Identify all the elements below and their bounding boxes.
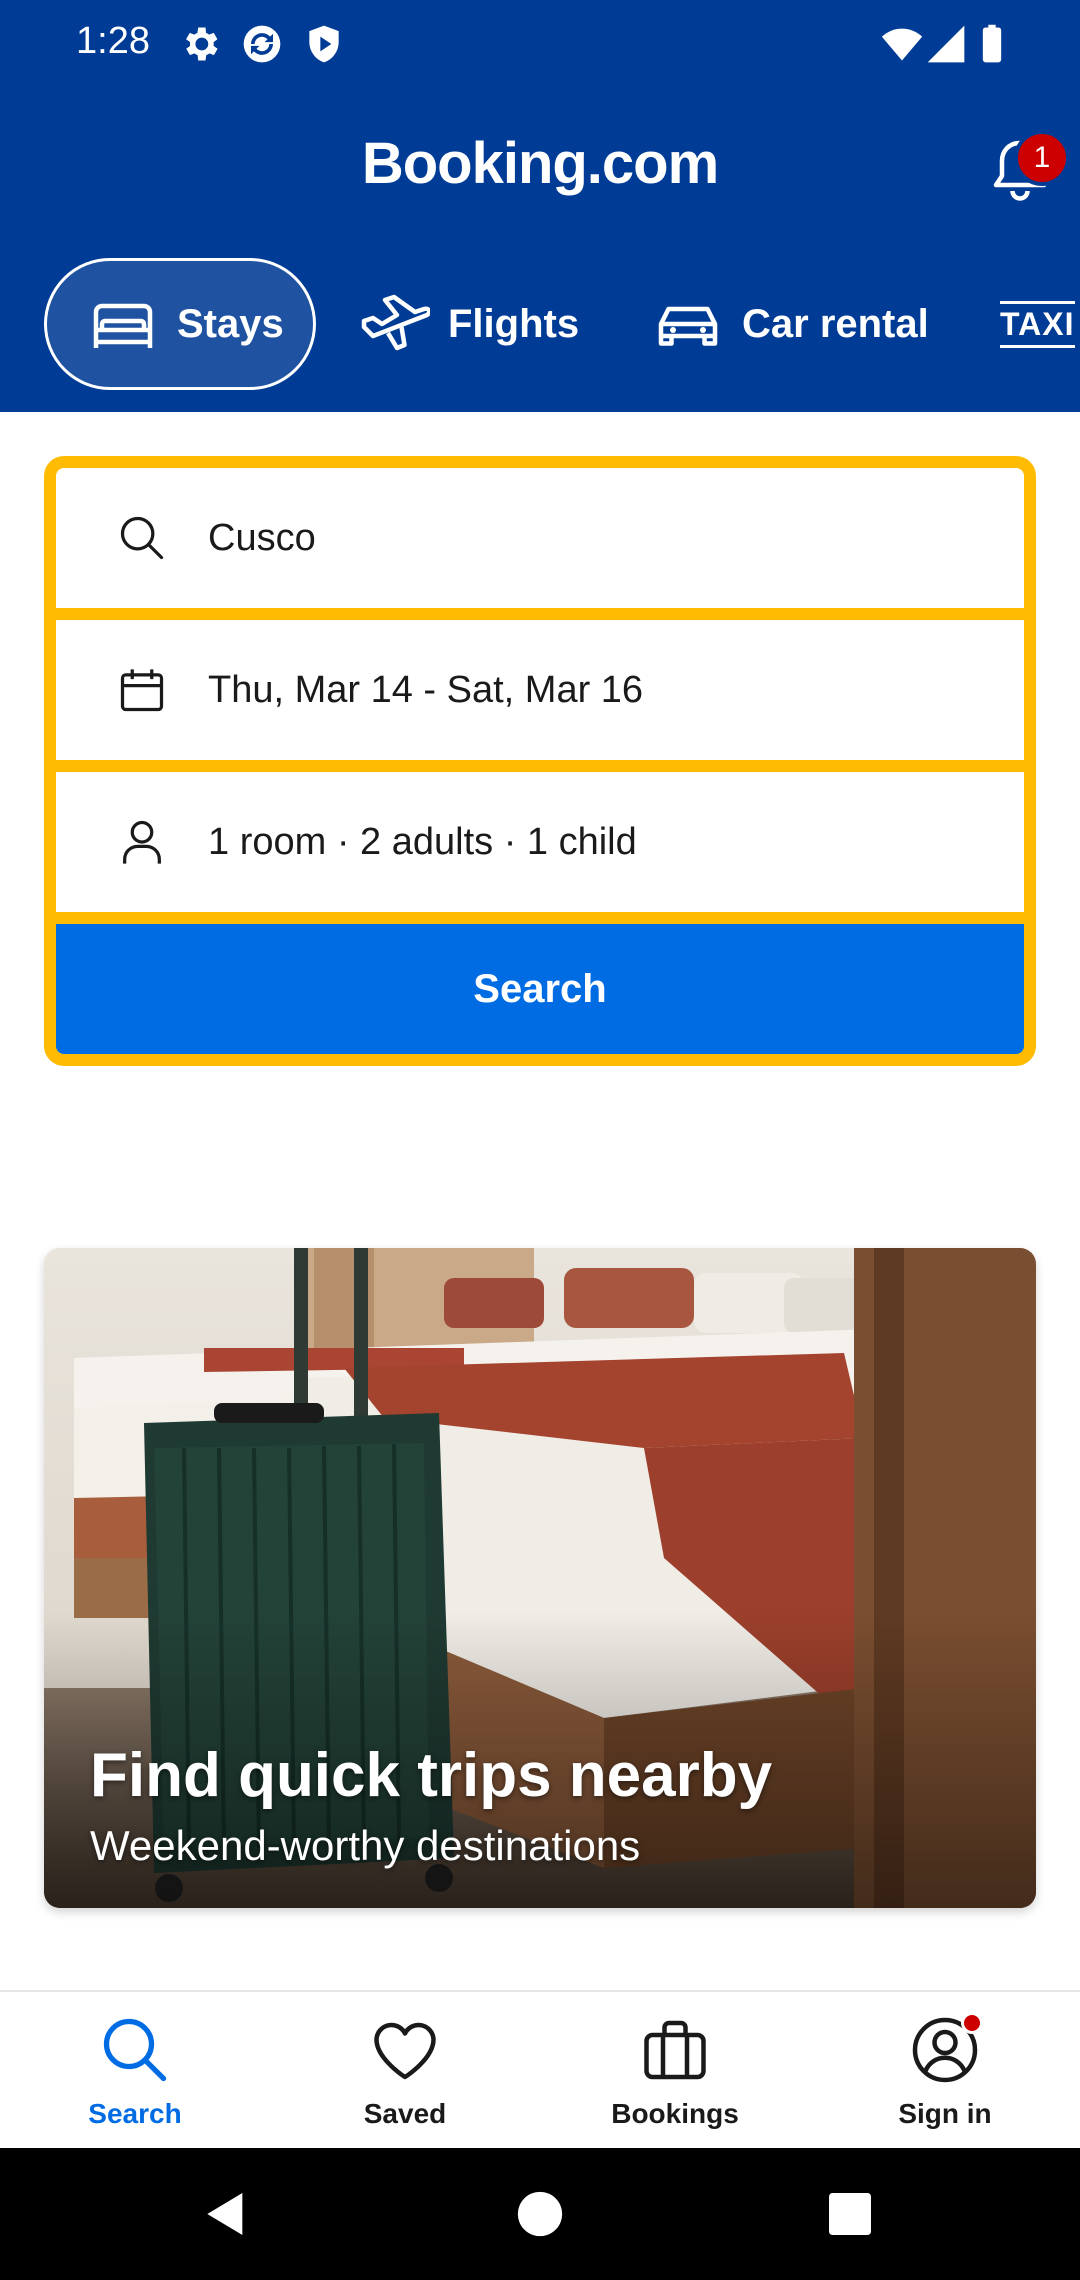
tab-car-rental[interactable]: Car rental [652, 258, 929, 390]
nav-saved[interactable]: Saved [270, 1992, 540, 2150]
recents-icon[interactable] [822, 2186, 878, 2242]
nav-label: Saved [363, 2098, 447, 2129]
person-icon [116, 816, 168, 868]
system-navigation-bar [0, 2148, 1080, 2280]
destination-value: Cusco [208, 516, 316, 559]
app-header: 1:28 Booking.com 1 Stays Flights Car ren… [0, 0, 1080, 412]
tab-taxi[interactable]: TAXI [1000, 258, 1080, 390]
taxi-icon: TAXI [1000, 300, 1075, 348]
back-icon[interactable] [198, 2186, 254, 2242]
promo-title: Find quick trips nearby [90, 1741, 773, 1810]
status-bar: 1:28 [0, 0, 1080, 90]
nav-bookings[interactable]: Bookings [540, 1992, 810, 2150]
destination-field[interactable]: Cusco [56, 468, 1024, 608]
gear-icon [178, 22, 222, 66]
status-time: 1:28 [76, 20, 150, 62]
tab-flights[interactable]: Flights [358, 258, 579, 390]
search-icon [99, 2014, 171, 2086]
signal-icon [924, 22, 968, 66]
tab-label: Flights [448, 301, 580, 346]
tab-label: Stays [177, 301, 284, 346]
guests-field[interactable]: 1 room · 2 adults · 1 child [56, 772, 1024, 912]
car-icon [652, 288, 724, 360]
nav-sign-in[interactable]: Sign in [810, 1992, 1080, 2150]
promo-subtitle: Weekend-worthy destinations [90, 1822, 641, 1869]
bed-icon [87, 288, 159, 360]
notification-dot [961, 2012, 983, 2034]
nav-label: Sign in [898, 2098, 992, 2129]
dates-value: Thu, Mar 14 - Sat, Mar 16 [208, 668, 644, 711]
tab-label: Car rental [742, 301, 929, 346]
wifi-icon [880, 22, 924, 66]
search-icon [116, 512, 168, 564]
briefcase-icon [639, 2014, 711, 2086]
shield-icon [302, 22, 346, 66]
tab-stays[interactable]: Stays [44, 258, 316, 390]
brand-logo: Booking.com [361, 131, 719, 196]
guests-value: 1 room · 2 adults · 1 child [208, 820, 637, 863]
nav-search[interactable]: Search [0, 1992, 270, 2150]
sync-icon [240, 22, 284, 66]
search-button[interactable]: Search [56, 924, 1024, 1054]
plane-icon [358, 288, 430, 360]
nav-label: Search [88, 2098, 182, 2129]
battery-icon [970, 22, 1014, 66]
calendar-icon [116, 664, 168, 716]
search-form: Cusco Thu, Mar 14 - Sat, Mar 16 1 room ·… [44, 456, 1036, 1066]
nav-label: Bookings [611, 2098, 739, 2129]
heart-icon [369, 2014, 441, 2086]
notification-badge: 1 [1014, 130, 1070, 186]
bottom-navigation: Search Saved Bookings Sign in [0, 1990, 1080, 2148]
home-icon[interactable] [512, 2186, 568, 2242]
account-icon [909, 2012, 983, 2086]
promo-card[interactable]: Find quick trips nearby Weekend-worthy d… [44, 1248, 1036, 1908]
dates-field[interactable]: Thu, Mar 14 - Sat, Mar 16 [56, 620, 1024, 760]
category-tabs: Stays Flights Car rental TAXI [0, 258, 1080, 392]
